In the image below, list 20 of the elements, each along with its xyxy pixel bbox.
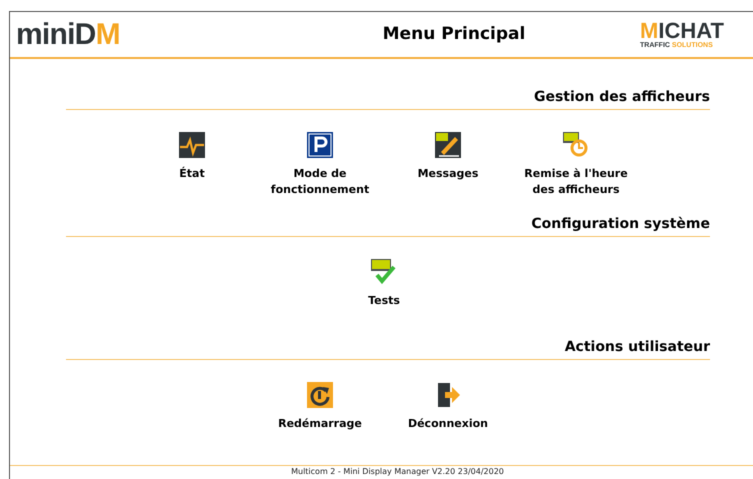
- section-title: Gestion des afficheurs: [534, 88, 710, 107]
- restart-icon: [307, 382, 333, 408]
- display-edit-icon: [435, 132, 461, 158]
- page-title: Menu Principal: [382, 22, 526, 46]
- menu-item[interactable]: Tests: [320, 259, 448, 309]
- parking-icon: [307, 132, 333, 158]
- menu-item[interactable]: Déconnexion: [384, 382, 512, 432]
- minidm-logo: miniDM: [15, 17, 121, 53]
- section-title: Actions utilisateur: [564, 338, 710, 357]
- display-clock-icon: [563, 132, 589, 158]
- menu-item[interactable]: État: [128, 132, 256, 198]
- menu-item[interactable]: Mode de fonctionnement: [256, 132, 384, 198]
- footer-text: Multicom 2 - Mini Display Manager V2.20 23/04/2020: [291, 466, 504, 478]
- menu-item[interactable]: Redémarrage: [256, 382, 384, 432]
- display-check-icon: [371, 259, 397, 285]
- menu-item[interactable]: Remise à l'heure des afficheurs: [512, 132, 640, 198]
- pulse-icon: [179, 132, 205, 158]
- menu-item[interactable]: Messages: [384, 132, 512, 198]
- section-title: Configuration système: [531, 215, 710, 234]
- logout-icon: [435, 382, 461, 408]
